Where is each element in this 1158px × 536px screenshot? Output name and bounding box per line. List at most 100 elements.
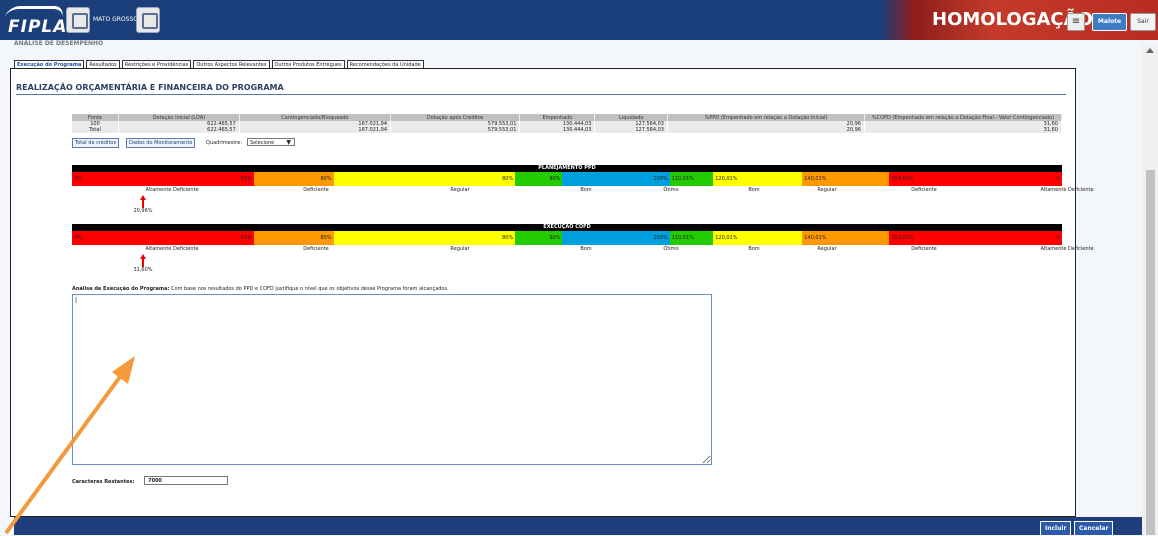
bottom-action-bar <box>14 517 1142 535</box>
scale-label: Bom <box>748 246 760 252</box>
segment-percent: 150,01% <box>891 235 914 241</box>
col-header: %PPD (Empenhado em relação a Dotação Ini… <box>667 114 865 121</box>
scale-cofd: EXECUÇÃO COFD 0% 50% 80% 80% 90% 100% 110,01% 1… <box>72 224 1094 253</box>
scale-segment: 80% <box>333 172 516 186</box>
analise-hint: Com base nos resultados do PPD e COFD ju… <box>171 286 449 292</box>
quadrimestre-label: Quadrimestre: <box>206 140 243 146</box>
table-cell: Total <box>72 127 119 133</box>
total-creditos-button[interactable]: Total de créditos <box>72 138 120 148</box>
scale-label: Bom <box>580 187 592 193</box>
table-cell: 127.564,03 <box>594 127 668 133</box>
segment-percent: 0% <box>74 176 82 182</box>
segment-percent: 50% <box>240 235 252 241</box>
table-cell: 622.465,57 <box>118 127 240 133</box>
segment-percent: 100% <box>653 176 668 182</box>
col-header: Liquidado <box>594 114 668 121</box>
ppd-marker: 20,96% <box>133 195 153 214</box>
scale-ppd: PLANEJAMENTO PPD 0% 50% 80% 80% 90% 100% 110,0… <box>72 165 1094 194</box>
scale-segment: 150,01%% <box>889 172 1062 186</box>
dropdown-arrow-icon: ▼ <box>286 139 291 146</box>
scale-segment: 90% <box>515 231 563 245</box>
scale-label: Bom <box>580 246 592 252</box>
segment-percent: 80% <box>320 176 332 182</box>
scale-segment: 80% <box>253 172 334 186</box>
scale-label: Regular <box>817 246 837 252</box>
table-cell: 130.444,03 <box>519 127 596 133</box>
segment-percent: 140,01% <box>804 176 827 182</box>
scale-label: Altamente Deficiente <box>145 187 199 193</box>
scale-label: Deficiente <box>911 187 937 193</box>
segment-percent: 90% <box>549 176 561 182</box>
segment-percent: 150,01% <box>891 176 914 182</box>
segment-percent: 80% <box>502 235 514 241</box>
scale-segment: 140,01% <box>802 231 890 245</box>
cancelar-button[interactable]: Cancelar <box>1074 521 1114 536</box>
segment-percent: 110,01% <box>671 176 694 182</box>
scale-segment: 0% 50% <box>72 231 254 245</box>
segment-percent: 90% <box>549 235 561 241</box>
marker-stem <box>142 200 144 208</box>
scale-segment: 90% <box>515 172 563 186</box>
scale-title: PLANEJAMENTO PPD <box>72 165 1062 172</box>
scale-label: Bom <box>748 187 760 193</box>
table-cell: 20,96 <box>667 127 865 133</box>
marker-stem <box>142 259 144 267</box>
scale-segment: 110,01% <box>669 172 714 186</box>
malote-button[interactable]: Malote <box>1092 13 1127 31</box>
scale-segment: 120,01% <box>713 172 803 186</box>
hamburger-icon: ≡ <box>1071 16 1081 27</box>
scale-label: Deficiente <box>303 187 329 193</box>
col-header: Dotação após Créditos <box>390 114 521 121</box>
col-header: Fonte <box>72 114 119 121</box>
table-header-row: Fonte Dotação Inicial (LOA) Contingencia… <box>72 114 1062 121</box>
scale-segment: 140,01% <box>802 172 890 186</box>
ppd-marker-value: 20,96% <box>133 208 153 214</box>
table-row: Total 622.465,57 167.021,94 579.553,01 1… <box>72 127 1062 133</box>
scale-label: Deficiente <box>303 246 329 252</box>
analise-textarea[interactable] <box>72 294 712 465</box>
quadrimestre-select[interactable]: Selecione ▼ <box>247 138 295 146</box>
quadrimestre-value: Selecione <box>250 140 275 146</box>
breadcrumb: ANÁLISE DE DESEMPENHO <box>14 40 104 47</box>
scale-label: Ótimo <box>663 187 679 193</box>
table-cell: 579.553,01 <box>390 127 521 133</box>
segment-percent: 80% <box>502 176 514 182</box>
col-header: Empenhado <box>519 114 596 121</box>
scale-bar: 0% 50% 80% 80% 90% 100% 110,01% 120,01% 140,01% 1… <box>72 172 1062 186</box>
col-header: Contingenciado/Bloqueado <box>239 114 392 121</box>
state-emblem-icon <box>66 7 90 33</box>
table-cell: 31,60 <box>864 127 1062 133</box>
menu-button[interactable]: ≡ <box>1067 13 1085 31</box>
scale-segment: 0% 50% <box>72 172 254 186</box>
segment-percent: 0% <box>74 235 82 241</box>
scale-label: Ótimo <box>663 246 679 252</box>
scrollbar-thumb[interactable] <box>1146 170 1155 535</box>
scale-segment: 100% <box>562 172 670 186</box>
col-header: %COFD (Empenhado em relação a Dotação Fi… <box>864 114 1062 121</box>
scale-labels: Altamente Deficiente Deficiente Regular Bom… <box>72 245 1093 253</box>
mato-grosso-text: MATO GROSSO <box>93 16 138 23</box>
scale-labels: Altamente Deficiente Deficiente Regular Bom… <box>72 186 1093 194</box>
scale-label: Deficiente <box>911 246 937 252</box>
scale-segment: 150,01%% <box>889 231 1062 245</box>
segment-percent: 100% <box>653 235 668 241</box>
scale-segment: 100% <box>562 231 670 245</box>
segment-percent: 140,01% <box>804 235 827 241</box>
scroll-up-icon[interactable] <box>1146 48 1154 53</box>
section-title: REALIZAÇÃO ORÇAMENTÁRIA E FINANCEIRA DO … <box>16 83 284 92</box>
scale-label: Altamente Deficiente <box>1040 187 1094 193</box>
caracteres-value: 7000 <box>144 476 228 485</box>
segment-percent: 80% <box>320 235 332 241</box>
scale-bar: 0% 50% 80% 80% 90% 100% 110,01% 120,01% 140,01% 1… <box>72 231 1062 245</box>
scale-segment: 80% <box>333 231 516 245</box>
segment-percent: % <box>1055 176 1060 182</box>
col-header: Dotação Inicial (LOA) <box>118 114 240 121</box>
financial-table: Fonte Dotação Inicial (LOA) Contingencia… <box>72 114 1062 133</box>
incluir-button[interactable]: Incluir <box>1040 521 1072 536</box>
sair-button[interactable]: Sair <box>1130 13 1156 31</box>
analise-label-title: Análise de Execução do Programa: <box>72 286 170 292</box>
table-cell: 167.021,94 <box>239 127 392 133</box>
dados-monitoramento-button[interactable]: Dados do Monitoramento <box>126 138 196 148</box>
cofd-marker-value: 31,60% <box>133 267 153 273</box>
segment-percent: 50% <box>240 176 252 182</box>
